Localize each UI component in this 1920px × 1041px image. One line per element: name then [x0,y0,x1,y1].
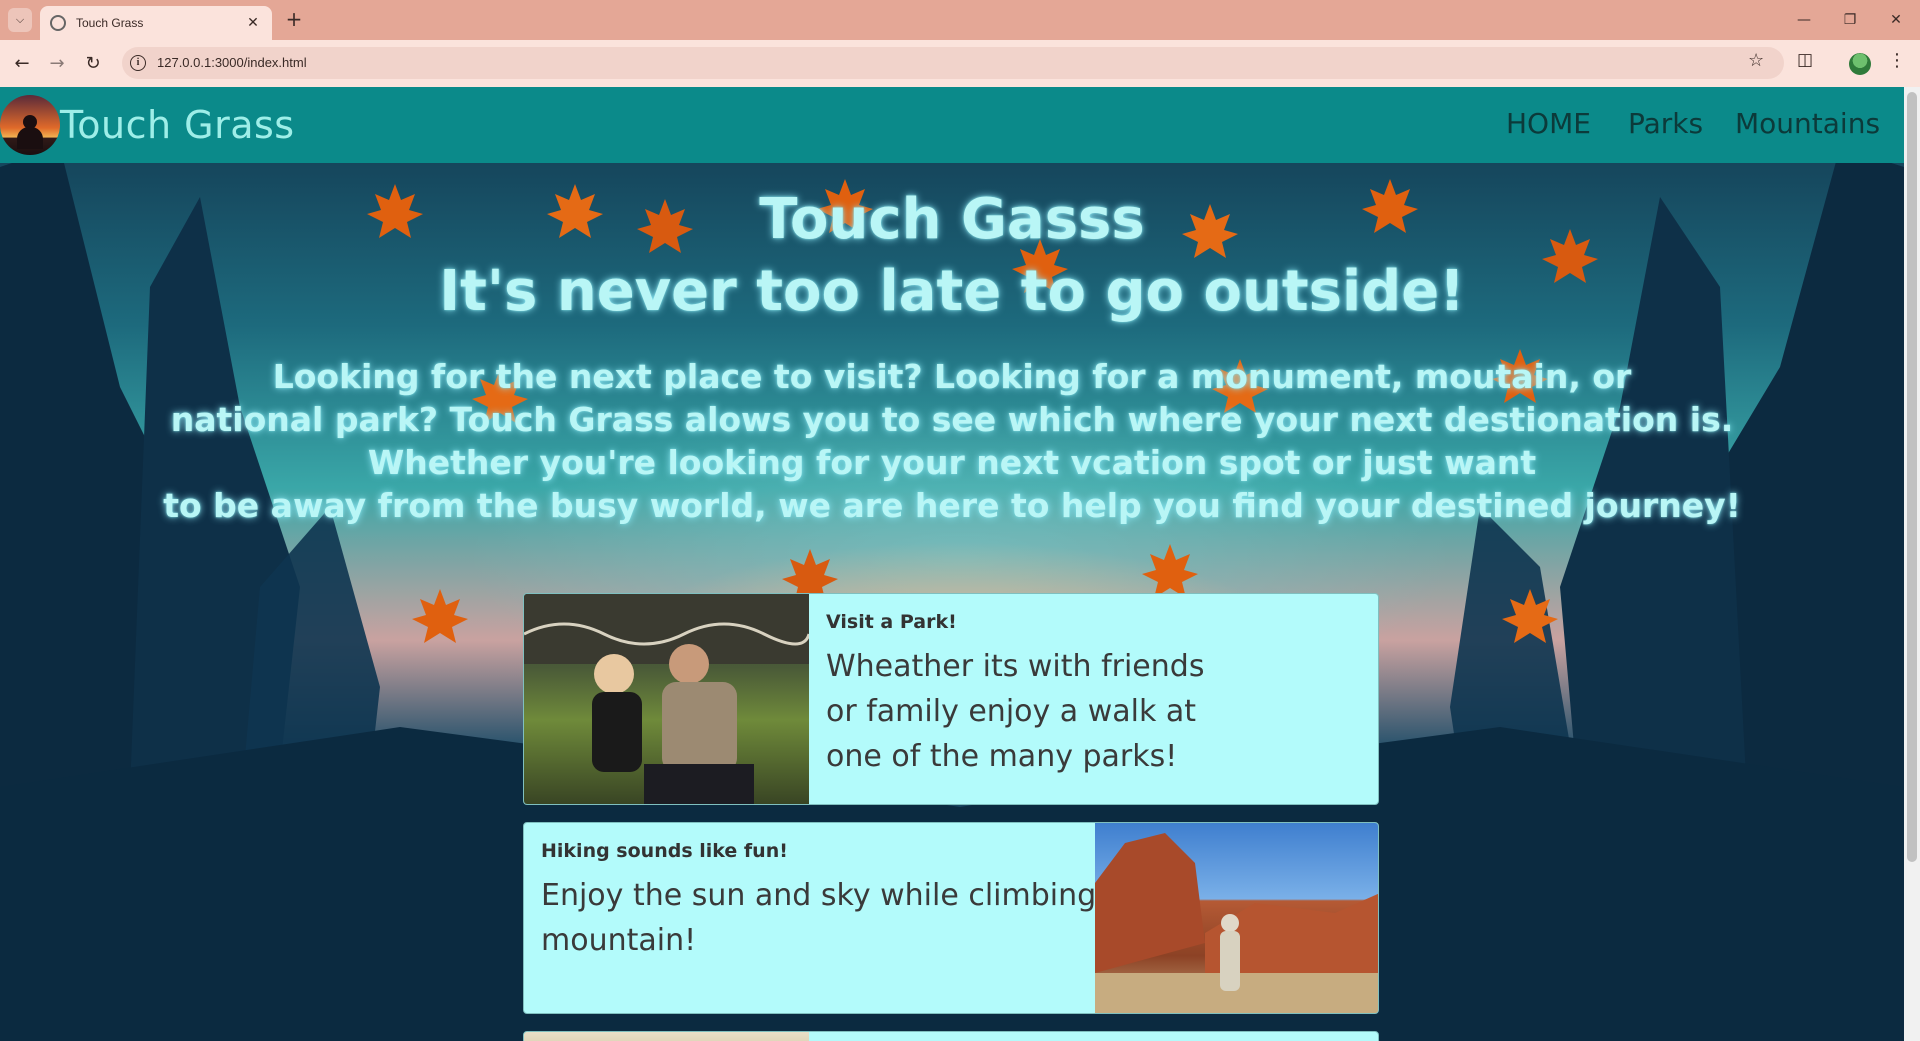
info-icon[interactable]: i [130,55,146,71]
reload-icon[interactable]: ↻ [81,52,105,76]
forward-icon[interactable]: → [45,52,69,76]
card-title: Hiking sounds like fun! [541,840,788,862]
site-navbar: Touch Grass HOME Parks Mountains [0,87,1904,163]
hero-description-line: Looking for the next place to visit? Loo… [272,357,1632,396]
card-visit-park: Visit a Park! Wheather its with friends … [523,593,1379,805]
nav-link-home[interactable]: HOME [1506,107,1591,140]
mountain-photo [1095,823,1378,1013]
restore-icon[interactable]: ❐ [1838,8,1862,32]
card-text: Enjoy the sun and sky while climbing a m… [541,878,1125,958]
menu-icon[interactable]: ⋮ [1888,50,1906,71]
star-icon[interactable]: ☆ [1748,50,1764,71]
globe-icon [50,15,66,31]
brand-title[interactable]: Touch Grass [60,103,295,147]
chevron-down-icon: ⌵ [15,13,25,26]
hero-description: Looking for the next place to visit? Loo… [0,355,1904,527]
hero-description-line: to be away from the busy world, we are h… [163,486,1741,525]
scrollbar-thumb[interactable] [1907,92,1917,862]
hero-subtitle: It's never too late to go outside! [439,259,1465,324]
card-hiking: Hiking sounds like fun! Enjoy the sun an… [523,822,1379,1014]
card-third [523,1031,1379,1041]
minimize-icon[interactable]: — [1792,8,1816,32]
maple-leaf-icon [1500,587,1560,647]
hero-description-line: Whether you're looking for your next vca… [367,443,1537,482]
tab-title: Touch Grass [76,16,144,30]
nav-link-mountains[interactable]: Mountains [1735,107,1880,140]
address-bar[interactable] [122,47,1784,79]
card-title: Visit a Park! [826,611,957,633]
profile-icon[interactable] [1849,53,1871,75]
card-text: Wheather its with friends or family enjo… [826,649,1205,774]
browser-tab-strip: ⌵ Touch Grass ✕ + — ❐ ✕ [0,0,1920,40]
close-icon[interactable]: ✕ [244,15,262,31]
browser-tab-active[interactable]: Touch Grass ✕ [40,6,272,40]
back-icon[interactable]: ← [10,52,34,76]
card-photo [524,1032,809,1041]
tab-search-button[interactable]: ⌵ [8,8,32,32]
maple-leaf-icon [410,587,470,647]
extensions-icon[interactable]: ◫ [1797,50,1813,70]
close-window-icon[interactable]: ✕ [1884,8,1908,32]
hero-title: Touch Gasss [759,187,1145,252]
nav-link-parks[interactable]: Parks [1628,107,1703,140]
page-viewport: Touch Grass HOME Parks Mountains Touch G… [0,87,1904,1041]
url-text[interactable]: 127.0.0.1:3000/index.html [157,55,307,70]
site-logo[interactable] [0,95,60,155]
plus-icon[interactable]: + [282,8,306,32]
hero-description-line: national park? Touch Grass alows you to … [170,400,1734,439]
park-photo [524,594,811,804]
